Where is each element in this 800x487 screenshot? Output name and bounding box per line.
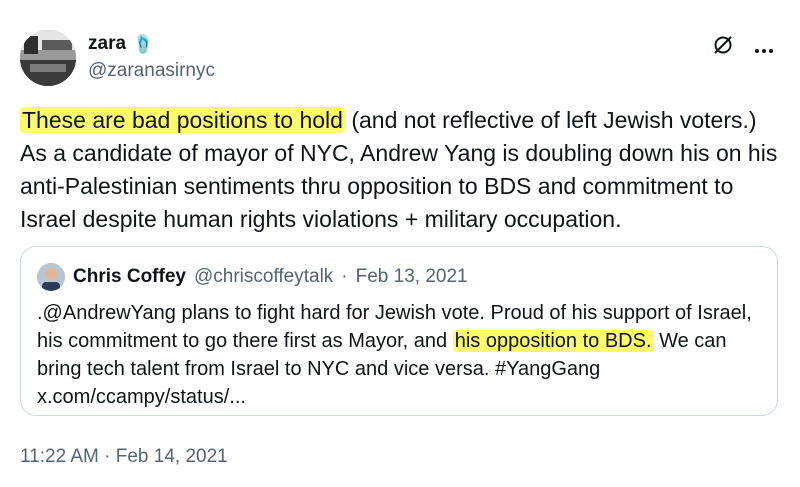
quote-highlighted-text: his opposition to BDS.	[452, 330, 654, 352]
quote-author-name: Chris Coffey	[73, 266, 186, 287]
quote-header: Chris Coffey @chriscoffeytalk · Feb 13, …	[37, 263, 468, 291]
author-name[interactable]: zara	[88, 33, 126, 55]
quote-separator: ·	[341, 266, 348, 287]
author-avatar[interactable]	[20, 30, 76, 86]
author-name-row: zara 🩴	[88, 33, 154, 55]
tweet-actions-top	[712, 34, 774, 61]
more-options-icon[interactable]	[754, 38, 774, 58]
author-handle[interactable]: @zaranasirnyc	[88, 60, 215, 82]
quote-author-handle: @chriscoffeytalk	[193, 266, 334, 287]
quote-text: .@AndrewYang plans to fight hard for Jew…	[37, 299, 767, 411]
quote-author-avatar	[37, 263, 65, 291]
quote-date: Feb 13, 2021	[355, 266, 468, 287]
flip-flop-emoji: 🩴	[132, 33, 155, 54]
tweet-timestamp[interactable]: 11:22 AM · Feb 14, 2021	[20, 446, 228, 468]
grok-slash-icon[interactable]	[712, 34, 734, 61]
tweet-highlighted-text: These are bad positions to hold	[20, 107, 345, 133]
tweet-text: These are bad positions to hold (and not…	[20, 104, 780, 236]
quoted-tweet[interactable]: Chris Coffey @chriscoffeytalk · Feb 13, …	[20, 246, 778, 416]
